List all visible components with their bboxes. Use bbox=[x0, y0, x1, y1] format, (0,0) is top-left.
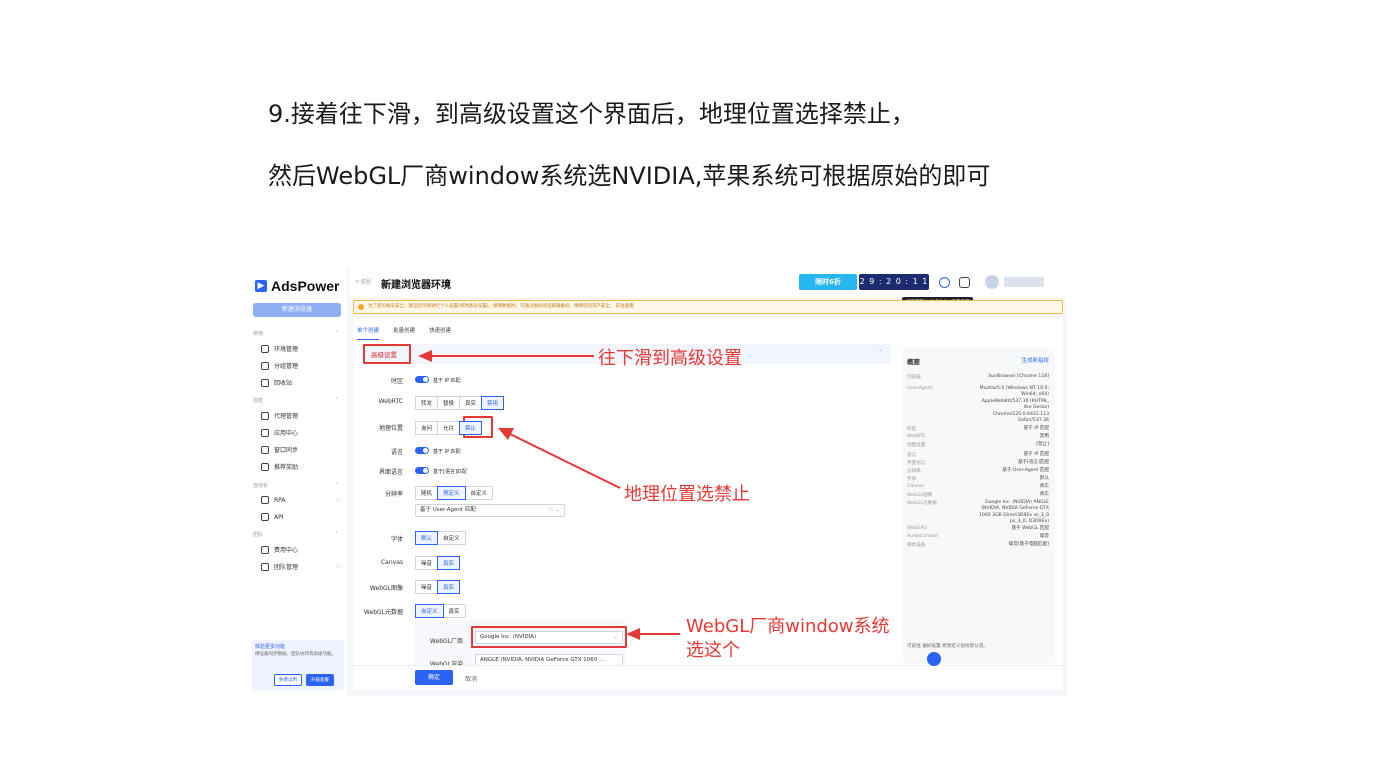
webrtc-disabled[interactable]: 禁用 bbox=[481, 396, 505, 410]
annotation-scroll: 往下滑到高级设置 bbox=[598, 348, 742, 369]
webgl-meta-custom[interactable]: 自定义 bbox=[415, 604, 444, 618]
resolution-predefined[interactable]: 预定义 bbox=[437, 486, 466, 500]
annotation-arrows bbox=[418, 350, 680, 640]
font-default[interactable]: 默认 bbox=[415, 531, 439, 545]
annotation-webgl-1: WebGL厂商window系统 bbox=[686, 616, 890, 637]
annotation-geo: 地理位置选禁止 bbox=[624, 484, 750, 505]
arrowhead-scroll bbox=[418, 350, 432, 362]
canvas-real[interactable]: 真实 bbox=[437, 556, 461, 570]
webgl-image-real[interactable]: 真实 bbox=[437, 580, 461, 594]
annotation-webgl-2: 选这个 bbox=[686, 640, 740, 661]
arrow-geo bbox=[507, 432, 621, 489]
arrowhead-webgl bbox=[626, 628, 640, 640]
geo-block[interactable]: 禁止 bbox=[459, 421, 483, 435]
